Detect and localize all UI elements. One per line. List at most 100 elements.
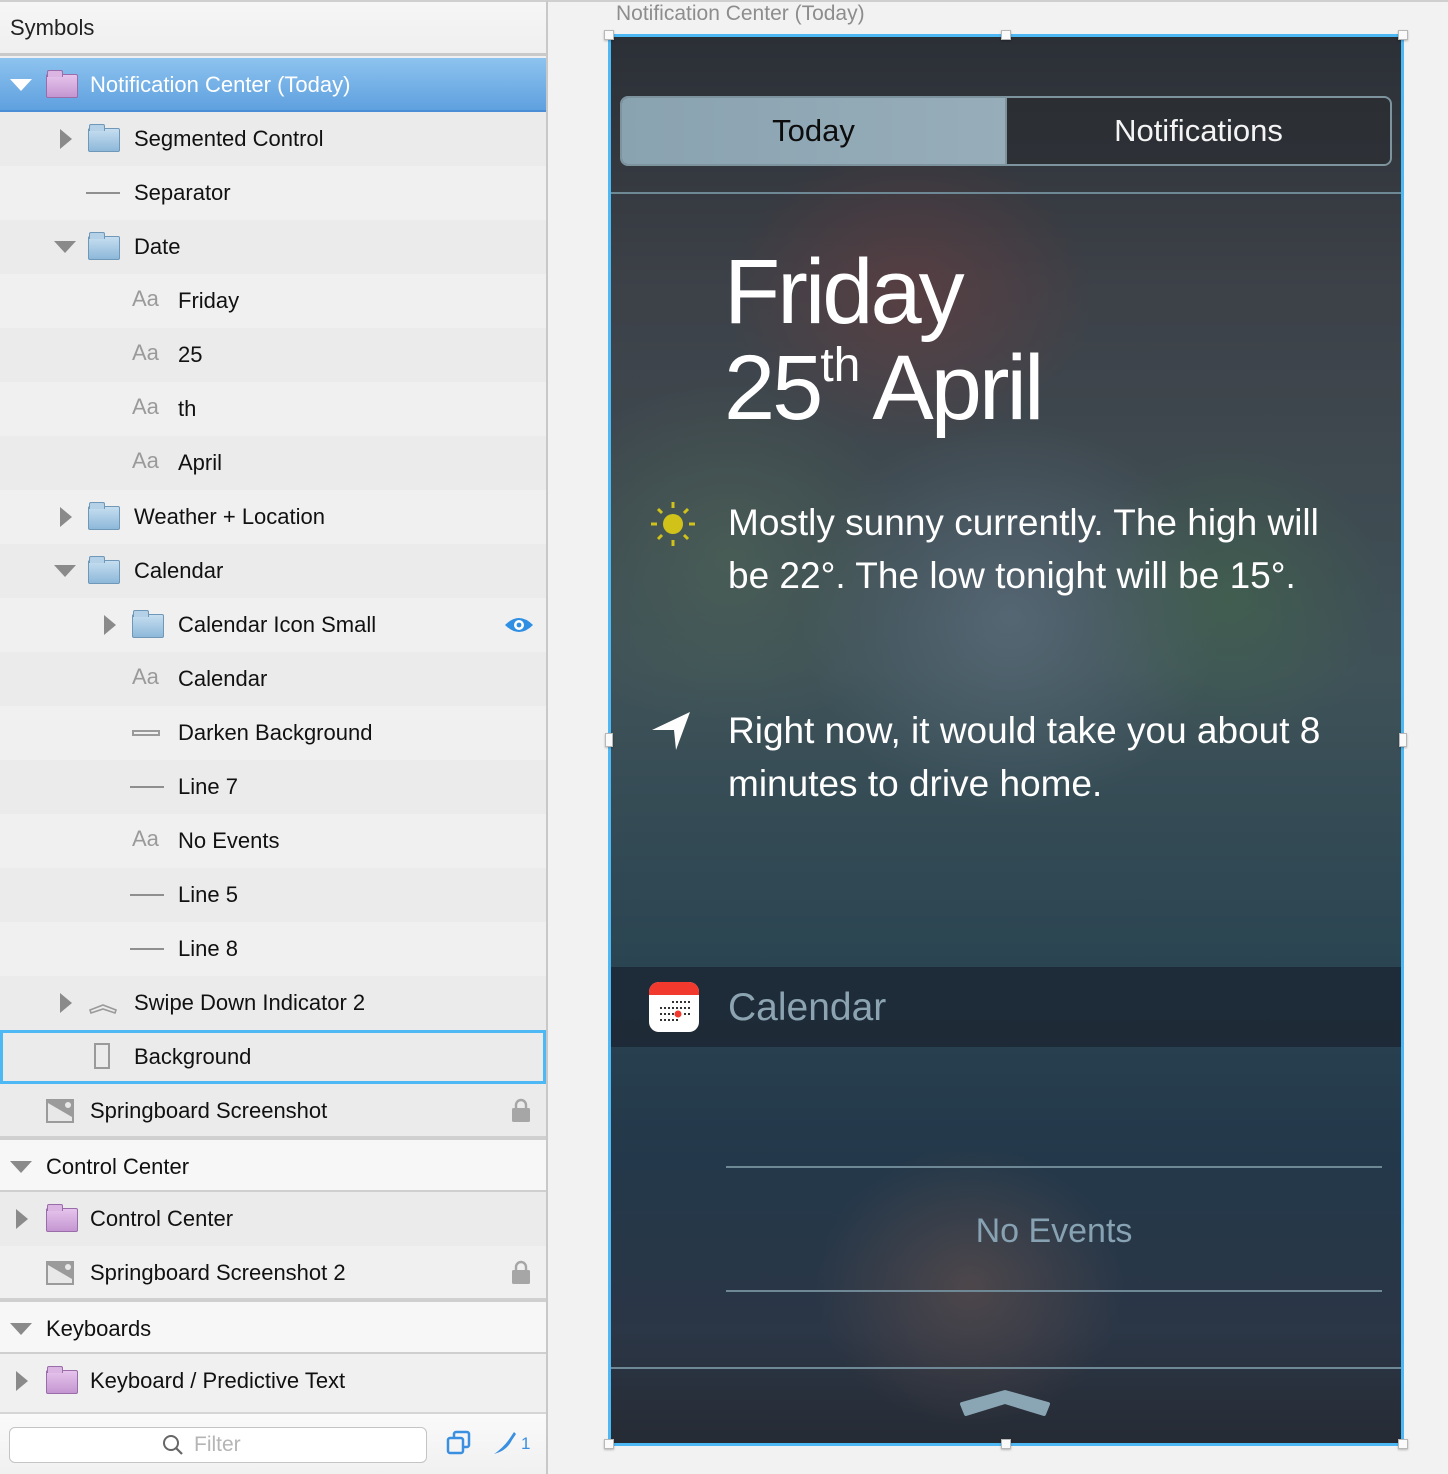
layer-row[interactable]: Aa 25 <box>0 328 546 382</box>
weather-summary: Mostly sunny currently. The high will be… <box>728 502 1319 596</box>
layer-label: 25 <box>178 342 203 367</box>
layer-label: Weather + Location <box>134 504 325 529</box>
slice-knife-icon[interactable] <box>492 1430 518 1456</box>
resize-handle-top-left[interactable] <box>604 30 614 40</box>
artboard-notification-center[interactable]: Today Notifications Friday 25th April Mo… <box>610 36 1402 1444</box>
resize-handle-bottom-right[interactable] <box>1398 1439 1408 1449</box>
disclosure-expanded-icon[interactable] <box>54 565 76 577</box>
disclosure-expanded-icon[interactable] <box>10 79 32 91</box>
layer-row[interactable]: Line 7 <box>0 760 546 814</box>
page-selector[interactable]: Symbols <box>0 2 546 56</box>
filter-field[interactable] <box>9 1427 427 1463</box>
layer-label: Friday <box>178 288 240 313</box>
text-layer-icon: Aa <box>132 826 159 851</box>
layer-row[interactable]: Aa April <box>0 436 546 490</box>
text-layer-icon: Aa <box>132 286 159 311</box>
disclosure-collapsed-icon[interactable] <box>104 615 116 635</box>
disclosure-collapsed-icon[interactable] <box>16 1209 28 1229</box>
layer-row[interactable]: Line 8 <box>0 922 546 976</box>
calendar-app-icon <box>649 982 699 1032</box>
date-suffix: th <box>820 339 861 392</box>
image-icon <box>46 1261 74 1285</box>
layers-panel: Symbols Notification Center (Today) Segme… <box>0 0 548 1474</box>
text-layer-icon: Aa <box>132 664 159 689</box>
layer-group-header[interactable]: Control Center <box>0 1138 546 1192</box>
disclosure-expanded-icon[interactable] <box>10 1161 32 1173</box>
layer-label: Keyboards <box>46 1316 152 1341</box>
layer-row[interactable]: Separator <box>0 166 546 220</box>
tab-notifications[interactable]: Notifications <box>1007 98 1390 164</box>
layer-row[interactable]: Calendar Icon Small <box>0 598 546 652</box>
layer-row[interactable]: Aa No Events <box>0 814 546 868</box>
separator-line <box>610 192 1402 194</box>
layer-row[interactable]: Date <box>0 220 546 274</box>
layer-row[interactable]: Darken Background <box>0 706 546 760</box>
layer-row[interactable]: Background <box>0 1030 546 1084</box>
layer-label: Segmented Control <box>134 126 324 151</box>
location-arrow-icon <box>652 712 690 750</box>
layer-row[interactable]: Swipe Down Indicator 2 <box>0 976 546 1030</box>
layer-row[interactable]: Line 5 <box>0 868 546 922</box>
swipe-down-indicator-icon[interactable] <box>958 1388 1052 1420</box>
artboard-title[interactable]: Notification Center (Today) <box>616 2 865 26</box>
filter-input[interactable] <box>194 1433 274 1457</box>
resize-handle-bottom-left[interactable] <box>604 1439 614 1449</box>
layer-label: Line 5 <box>178 882 238 907</box>
layer-row[interactable]: Springboard Screenshot 2 <box>0 1246 546 1300</box>
disclosure-collapsed-icon[interactable] <box>60 129 72 149</box>
folder-purple-icon <box>46 1366 78 1394</box>
slice-count: 1 <box>521 1434 531 1453</box>
layer-label: Springboard Screenshot 2 <box>90 1260 346 1285</box>
layer-row[interactable]: Calendar <box>0 544 546 598</box>
resize-handle-left[interactable] <box>605 733 613 747</box>
resize-handle-top-right[interactable] <box>1398 30 1408 40</box>
layer-row[interactable]: Aa Friday <box>0 274 546 328</box>
layer-row[interactable]: Control Center <box>0 1192 546 1246</box>
line-icon <box>130 786 164 788</box>
eye-icon[interactable] <box>504 615 534 635</box>
layer-row[interactable]: Springboard Screenshot <box>0 1084 546 1138</box>
page-title: Symbols <box>10 14 95 40</box>
resize-handle-right[interactable] <box>1399 733 1407 747</box>
layer-label: April <box>178 450 223 475</box>
resize-handle-bottom[interactable] <box>1001 1439 1011 1449</box>
resize-handle-top[interactable] <box>1001 30 1011 40</box>
tab-today-label: Today <box>772 113 855 148</box>
tab-today[interactable]: Today <box>622 98 1007 164</box>
disclosure-collapsed-icon[interactable] <box>60 993 72 1013</box>
layer-row[interactable]: Weather + Location <box>0 490 546 544</box>
folder-icon <box>132 610 164 638</box>
layer-row[interactable]: Aa th <box>0 382 546 436</box>
lock-icon[interactable] <box>512 1260 530 1284</box>
line-icon <box>130 948 164 950</box>
symbol-duplicate-icon[interactable] <box>446 1430 472 1456</box>
layer-row[interactable]: Aa Calendar <box>0 652 546 706</box>
disclosure-collapsed-icon[interactable] <box>60 507 72 527</box>
text-layer-icon: Aa <box>132 448 159 473</box>
layer-row[interactable]: Notification Center (Today) <box>0 58 546 112</box>
line-5 <box>726 1290 1382 1292</box>
layer-label: Line 8 <box>178 936 238 961</box>
search-icon <box>163 1435 183 1455</box>
line-icon <box>86 192 120 194</box>
line-icon <box>130 894 164 896</box>
folder-icon <box>88 502 120 530</box>
layer-label: Keyboard / Predictive Text <box>90 1368 346 1393</box>
layer-group-header[interactable]: Keyboards <box>0 1300 546 1354</box>
text-layer-icon: Aa <box>132 340 159 365</box>
image-icon <box>46 1099 74 1123</box>
segmented-control: Today Notifications <box>620 96 1392 166</box>
canvas[interactable]: Notification Center (Today) Today Notifi… <box>548 0 1448 1474</box>
date-month: April <box>872 337 1044 439</box>
layer-row[interactable]: Keyboard / Predictive Text <box>0 1354 546 1408</box>
folder-icon <box>88 124 120 152</box>
rectangle-icon <box>132 730 160 736</box>
disclosure-expanded-icon[interactable] <box>54 241 76 253</box>
disclosure-expanded-icon[interactable] <box>10 1323 32 1335</box>
layer-label: Date <box>134 234 181 259</box>
disclosure-collapsed-icon[interactable] <box>16 1371 28 1391</box>
lock-icon[interactable] <box>512 1098 530 1122</box>
calendar-title: Calendar <box>728 986 887 1029</box>
layer-row[interactable]: Segmented Control <box>0 112 546 166</box>
folder-purple-icon <box>46 70 78 98</box>
